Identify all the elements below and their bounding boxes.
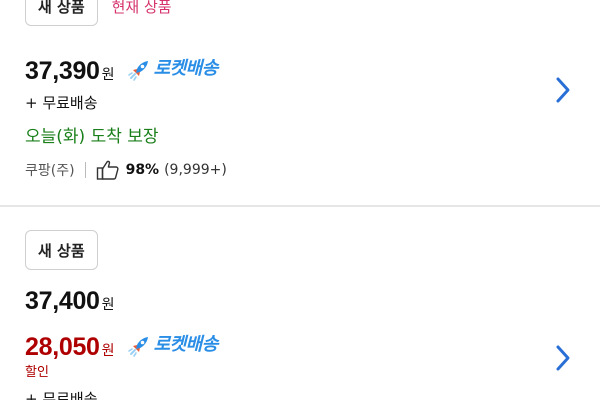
currency-unit: 원	[101, 67, 115, 83]
rocket-delivery: 로켓배송	[127, 330, 219, 357]
offer-card[interactable]: 새 상품 현재 상품 37,390 원 로켓배송 + 무료배송 오늘(화) 도착…	[0, 0, 600, 206]
divider	[84, 162, 86, 178]
rocket-delivery: 로켓배송	[127, 54, 219, 81]
price: 37,390	[25, 57, 100, 85]
sale-price: 28,050	[25, 333, 100, 361]
offer-card[interactable]: 새 상품 37,400 원 28,050 원 로켓배송 할인 + 무료배송	[0, 230, 600, 400]
discount-label: 할인	[25, 365, 49, 380]
original-price-row: 37,400 원	[25, 287, 125, 316]
shipping-text: + 무료배송	[25, 94, 98, 112]
rocket-icon	[127, 337, 148, 357]
badge-row: 새 상품 현재 상품	[25, 0, 172, 26]
currency-unit: 원	[101, 297, 115, 313]
chevron-right-icon[interactable]	[553, 344, 573, 372]
arrival-guarantee: 오늘(화) 도착 보장	[25, 127, 159, 147]
price-row: 37,390 원 로켓배송	[25, 54, 218, 86]
shipping-text: + 무료배송	[25, 390, 98, 400]
sale-price-row: 28,050 원 로켓배송	[25, 330, 218, 362]
current-item-tag: 현재 상품	[111, 0, 172, 16]
new-item-badge: 새 상품	[25, 0, 98, 26]
badge-row: 새 상품	[25, 230, 98, 270]
section-divider	[0, 205, 600, 207]
thumbs-up-icon	[96, 159, 120, 181]
chevron-right-icon[interactable]	[553, 76, 573, 104]
rocket-delivery-label: 로켓배송	[153, 334, 219, 355]
rating-count: (9,999+)	[164, 162, 227, 178]
rocket-icon	[127, 61, 148, 81]
seller-row: 쿠팡(주) 98% (9,999+)	[25, 159, 227, 181]
seller-name: 쿠팡(주)	[25, 163, 75, 179]
new-item-badge: 새 상품	[25, 230, 98, 270]
rating-percent: 98%	[125, 162, 160, 178]
rocket-delivery-label: 로켓배송	[153, 58, 219, 79]
currency-unit: 원	[101, 343, 115, 359]
original-price: 37,400	[25, 287, 100, 315]
